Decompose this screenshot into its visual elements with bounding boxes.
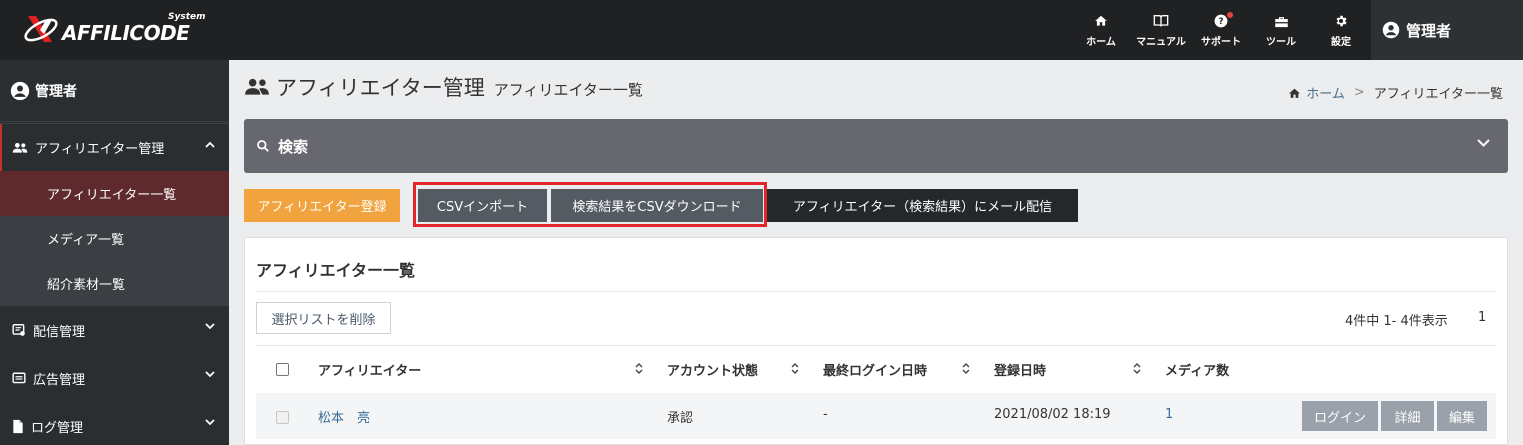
nav-settings-label: 設定 [1331, 37, 1351, 48]
result-count: 4件中 1- 4件表示 [1345, 314, 1448, 329]
affiliate-list-panel: アフィリエイター一覧 選択リストを削除 4件中 1- 4件表示 1 アフィリエイ… [244, 237, 1508, 445]
last-login: - [823, 407, 828, 422]
page-title: アフィリエイター管理 アフィリエイター一覧 [244, 72, 643, 102]
column-header-media-count: メディア数 [1165, 364, 1230, 379]
nav-home-label: ホーム [1086, 37, 1116, 48]
user-menu-label: 管理者 [1406, 21, 1452, 40]
sidebar-item-material-list-label: 紹介素材一覧 [47, 278, 126, 293]
login-button[interactable]: ログイン [1302, 401, 1378, 431]
nav-support-label: サポート [1201, 37, 1241, 48]
sidebar-item-media-list[interactable]: メディア一覧 [0, 216, 229, 261]
ad-icon [12, 372, 26, 383]
search-toggle[interactable]: 検索 [244, 119, 1508, 173]
book-icon [1153, 12, 1169, 30]
divider [256, 345, 1496, 346]
page-title-main: アフィリエイター管理 [276, 76, 485, 100]
gear-icon [1334, 12, 1348, 30]
breadcrumb-current: アフィリエイター一覧 [1373, 87, 1503, 102]
panel-title: アフィリエイター一覧 [256, 261, 416, 280]
sort-icon[interactable] [1133, 362, 1141, 375]
delete-selected-button[interactable]: 選択リストを削除 [256, 302, 391, 334]
sidebar-group-ads[interactable]: 広告管理 [0, 354, 229, 402]
row-checkbox[interactable] [276, 411, 289, 424]
account-status: 承認 [667, 411, 694, 426]
sidebar: 管理者 アフィリエイター管理 アフィリエイター一覧 メディア一覧 紹介素材一覧 … [0, 60, 229, 445]
delivery-icon [12, 324, 25, 336]
chevron-up-icon [205, 141, 215, 148]
sidebar-group-delivery-label: 配信管理 [33, 324, 86, 340]
detail-button[interactable]: 詳細 [1381, 401, 1434, 431]
notification-dot [1227, 12, 1233, 18]
user-circle-icon [1382, 21, 1400, 39]
search-label: 検索 [278, 137, 309, 156]
register-affiliate-button[interactable]: アフィリエイター登録 [244, 189, 400, 222]
chevron-down-icon [205, 323, 215, 330]
sidebar-group-affiliate-label: アフィリエイター管理 [35, 142, 165, 157]
sidebar-group-logs-label: ログ管理 [31, 420, 84, 436]
sidebar-user-label: 管理者 [35, 83, 77, 100]
sidebar-item-affiliate-list-label: アフィリエイター一覧 [47, 188, 177, 203]
logo[interactable]: AFFILICODE System [22, 10, 212, 50]
column-header-affiliate: アフィリエイター [318, 364, 422, 379]
pagination-page-1[interactable]: 1 [1478, 310, 1486, 325]
nav-home[interactable]: ホーム [1081, 0, 1121, 60]
affiliate-name-link[interactable]: 松本 亮 [318, 407, 370, 426]
sidebar-user[interactable]: 管理者 [0, 60, 229, 122]
nav-manual[interactable]: マニュアル [1131, 0, 1191, 60]
page-subtitle: アフィリエイター一覧 [493, 80, 643, 99]
chevron-down-icon [1477, 139, 1490, 147]
sidebar-item-media-list-label: メディア一覧 [47, 233, 125, 248]
media-count-link[interactable]: 1 [1165, 407, 1173, 422]
toolbox-icon [1274, 12, 1289, 30]
sidebar-item-material-list[interactable]: 紹介素材一覧 [0, 261, 229, 306]
home-icon [1289, 88, 1301, 98]
chevron-down-icon [205, 419, 215, 426]
help-icon: ? [1214, 12, 1233, 30]
top-header: AFFILICODE System ホーム マニュアル ? サポート ツール 設… [0, 0, 1523, 60]
nav-tools[interactable]: ツール [1261, 0, 1301, 60]
chevron-down-icon [205, 371, 215, 378]
csv-import-button[interactable]: CSVインポート [418, 189, 547, 222]
select-all-checkbox[interactable] [276, 363, 289, 376]
column-header-registered: 登録日時 [994, 364, 1047, 379]
mail-delivery-button[interactable]: アフィリエイター（検索結果）にメール配信 [767, 189, 1078, 222]
sidebar-group-logs[interactable]: ログ管理 [0, 402, 229, 445]
user-menu[interactable]: 管理者 [1371, 0, 1523, 60]
breadcrumb-separator: > [1353, 85, 1365, 100]
sidebar-group-ads-label: 広告管理 [33, 372, 86, 388]
sidebar-group-affiliate[interactable]: アフィリエイター管理 [0, 124, 229, 171]
breadcrumb: ホーム > アフィリエイター一覧 [1288, 83, 1503, 102]
logo-mark-icon [24, 16, 58, 42]
column-header-last-login: 最終ログイン日時 [823, 364, 928, 379]
registered-date: 2021/08/02 18:19 [994, 407, 1111, 422]
nav-manual-label: マニュアル [1136, 37, 1186, 48]
home-icon [1094, 12, 1108, 30]
divider [256, 291, 1496, 292]
nav-settings[interactable]: 設定 [1322, 0, 1360, 60]
people-icon [245, 78, 269, 95]
logo-text: AFFILICODE [62, 21, 190, 45]
column-header-status: アカウント状態 [667, 364, 759, 379]
sort-icon[interactable] [791, 362, 799, 375]
edit-button[interactable]: 編集 [1437, 401, 1487, 431]
sort-icon[interactable] [635, 362, 643, 375]
nav-support[interactable]: ? サポート [1196, 0, 1246, 60]
search-icon [257, 140, 269, 152]
user-circle-icon [10, 81, 30, 100]
nav-tools-label: ツール [1266, 37, 1296, 48]
people-icon [12, 142, 28, 153]
log-icon [13, 419, 23, 433]
breadcrumb-home[interactable]: ホーム [1306, 83, 1345, 102]
sidebar-item-affiliate-list[interactable]: アフィリエイター一覧 [0, 171, 229, 216]
csv-download-button[interactable]: 検索結果をCSVダウンロード [551, 189, 763, 222]
svg-text:?: ? [1218, 17, 1223, 27]
logo-sup: System [168, 12, 206, 22]
sidebar-group-delivery[interactable]: 配信管理 [0, 306, 229, 354]
sort-icon[interactable] [962, 362, 970, 375]
